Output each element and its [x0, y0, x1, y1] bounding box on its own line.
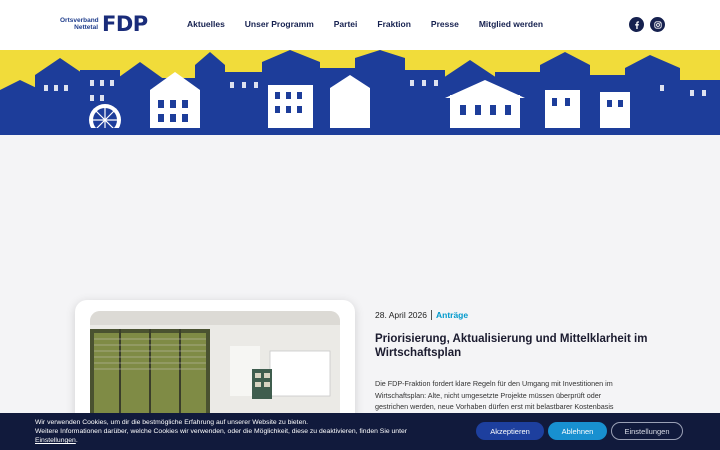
facebook-icon[interactable]	[629, 17, 644, 32]
nav-item-mitglied-werden[interactable]: Mitglied werden	[479, 19, 543, 29]
nav-item-partei[interactable]: Partei	[334, 19, 358, 29]
nav-item-fraktion[interactable]: Fraktion	[377, 19, 411, 29]
nav-item-unser-programm[interactable]: Unser Programm	[245, 19, 314, 29]
cookie-settings-button[interactable]: Einstellungen	[611, 422, 683, 440]
cookie-line-1: Wir verwenden Cookies, um dir die bestmö…	[35, 419, 309, 426]
logo-subtitle: Ortsverband Nettetal	[60, 17, 99, 31]
hero-banner	[0, 50, 720, 135]
logo-line-2: Nettetal	[74, 24, 98, 31]
nav-item-aktuelles[interactable]: Aktuelles	[187, 19, 225, 29]
logo-line-1: Ortsverband	[60, 17, 99, 24]
instagram-icon[interactable]	[650, 17, 665, 32]
cookie-settings-link[interactable]: Einstellungen	[35, 437, 76, 444]
post-category-link[interactable]: Anträge	[432, 310, 468, 320]
decline-cookies-button[interactable]: Ablehnen	[548, 422, 607, 440]
town-skyline-illustration	[0, 50, 720, 135]
fdp-logo[interactable]: Ortsverband Nettetal FDP	[60, 12, 148, 36]
nav-item-presse[interactable]: Presse	[431, 19, 459, 29]
main-nav: Aktuelles Unser Programm Partei Fraktion…	[187, 19, 543, 29]
post-date: 28. April 2026	[375, 310, 432, 320]
cookie-line-2: Weitere Informationen darüber, welche Co…	[35, 428, 408, 435]
post-meta: 28. April 2026 Anträge	[375, 310, 468, 320]
cookie-banner: Wir verwenden Cookies, um dir die bestmö…	[0, 413, 720, 450]
logo-wordmark: FDP	[102, 12, 148, 36]
cookie-notice-text: Wir verwenden Cookies, um dir die bestmö…	[35, 418, 455, 445]
site-header: Ortsverband Nettetal FDP Aktuelles Unser…	[0, 0, 720, 50]
post-title[interactable]: Priorisierung, Aktualisierung und Mittel…	[375, 332, 655, 360]
post-excerpt: Die FDP-Fraktion fordert klare Regeln fü…	[375, 379, 614, 411]
accept-cookies-button[interactable]: Akzeptieren	[476, 422, 544, 440]
